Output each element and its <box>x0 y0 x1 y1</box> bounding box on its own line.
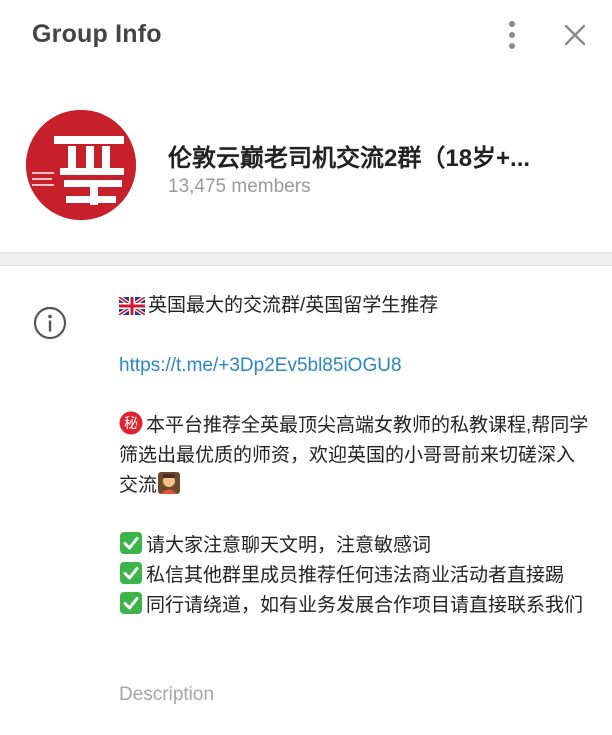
svg-text:秘: 秘 <box>124 416 138 432</box>
section-divider <box>0 252 612 266</box>
group-description: 英国最大的交流群/英国留学生推荐 https://t.me/+3Dp2Ev5bl… <box>119 291 589 621</box>
teacher-icon <box>158 472 181 494</box>
member-count[interactable]: 13,475 members <box>168 176 311 198</box>
close-button[interactable] <box>558 18 592 52</box>
description-title: 英国最大的交流群/英国留学生推荐 <box>148 295 439 316</box>
more-vertical-icon-dot <box>509 43 515 49</box>
close-icon <box>564 24 586 46</box>
check-icon <box>120 532 142 554</box>
more-options-button[interactable] <box>497 18 527 52</box>
rule-item: 请大家注意聊天文明，注意敏感词 <box>119 531 589 561</box>
check-icon <box>120 592 142 614</box>
info-icon <box>33 306 67 340</box>
description-body: 本平台推荐全英最顶尖高端女教师的私教课程,帮同学筛选出最优质的师资，欢迎英国的小… <box>119 415 589 496</box>
more-vertical-icon-dot <box>509 32 515 38</box>
rule-text: 同行请绕道，如有业务发展合作项目请直接联系我们 <box>146 595 584 616</box>
rule-item: 私信其他群里成员推荐任何违法商业活动者直接踢 <box>119 561 589 591</box>
group-logo-icon <box>26 110 136 220</box>
description-caption: Description <box>119 684 215 705</box>
more-vertical-icon <box>509 21 515 27</box>
group-profile: 伦敦云巅老司机交流2群（18岁+... 13,475 members <box>0 100 612 230</box>
group-name: 伦敦云巅老司机交流2群（18岁+... <box>168 145 531 172</box>
check-icon <box>120 562 142 584</box>
page-title: Group Info <box>32 20 162 48</box>
rule-text: 私信其他群里成员推荐任何违法商业活动者直接踢 <box>146 565 565 586</box>
secret-icon: 秘 <box>119 411 143 435</box>
header: Group Info <box>0 0 612 72</box>
description-paragraph: 秘 本平台推荐全英最顶尖高端女教师的私教课程,帮同学筛选出最优质的师资，欢迎英国… <box>119 411 589 501</box>
rule-text: 请大家注意聊天文明，注意敏感词 <box>146 535 432 556</box>
uk-flag-icon <box>119 297 145 315</box>
description-line: 英国最大的交流群/英国留学生推荐 <box>119 291 589 321</box>
invite-link[interactable]: https://t.me/+3Dp2Ev5bl85iOGU8 <box>119 355 402 376</box>
avatar[interactable] <box>26 110 136 220</box>
rule-item: 同行请绕道，如有业务发展合作项目请直接联系我们 <box>119 591 589 621</box>
